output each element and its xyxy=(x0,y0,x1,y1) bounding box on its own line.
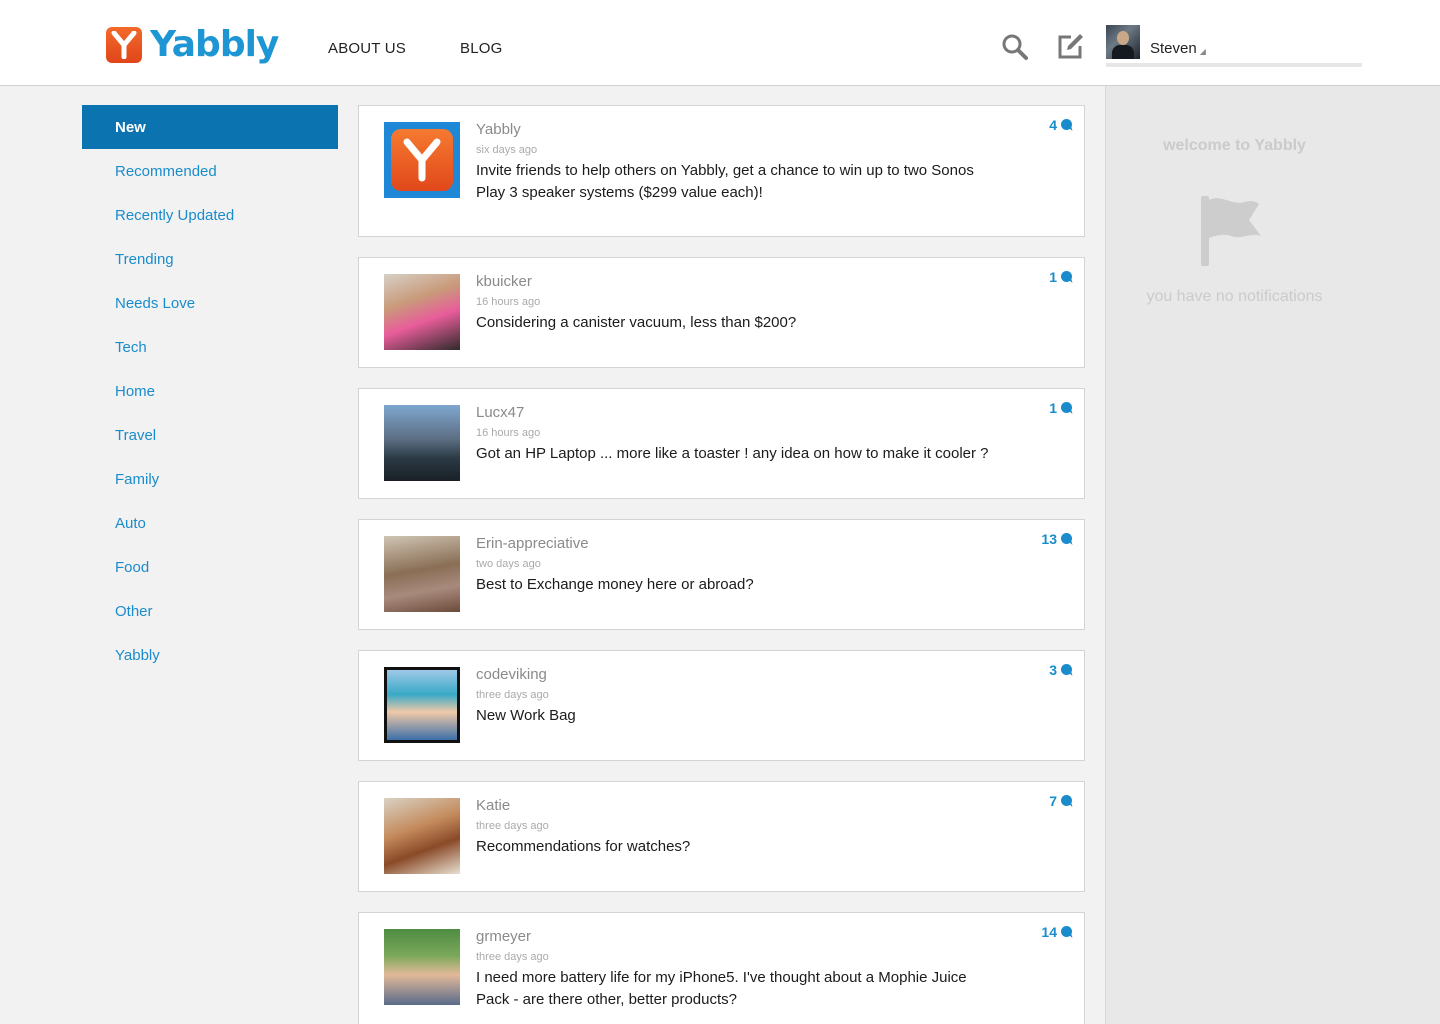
comment-bubble-icon xyxy=(1061,926,1073,938)
yabbly-logo-icon xyxy=(106,27,142,63)
comment-bubble-icon xyxy=(1061,402,1073,414)
top-header: Yabbly ABOUT US BLOG Steven ◢ xyxy=(0,0,1440,86)
post-title[interactable]: Recommendations for watches? xyxy=(476,836,996,858)
compose-icon xyxy=(1058,34,1083,59)
feed-card[interactable]: Erin-appreciative two days ago Best to E… xyxy=(358,519,1085,630)
notifications-welcome: welcome to Yabbly xyxy=(1163,137,1306,154)
comment-count[interactable]: 4 xyxy=(1049,117,1073,133)
comment-count[interactable]: 13 xyxy=(1041,531,1073,547)
yabbly-logo[interactable]: Yabbly xyxy=(106,24,279,65)
comment-count-number: 4 xyxy=(1049,117,1057,133)
user-menu[interactable]: Steven ◢ xyxy=(1106,25,1362,67)
post-title[interactable]: Invite friends to help others on Yabbly,… xyxy=(476,160,996,204)
comment-bubble-icon xyxy=(1061,795,1073,807)
user-name: Steven xyxy=(1150,40,1197,57)
post-author[interactable]: codeviking xyxy=(476,666,547,683)
comment-bubble-icon xyxy=(1061,271,1073,283)
post-title[interactable]: Best to Exchange money here or abroad? xyxy=(476,574,996,596)
sidebar-item-recommended[interactable]: Recommended xyxy=(82,149,338,193)
comment-count[interactable]: 3 xyxy=(1049,662,1073,678)
comment-count[interactable]: 1 xyxy=(1049,400,1073,416)
sidebar-item-home[interactable]: Home xyxy=(82,369,338,413)
notifications-panel: welcome to Yabbly you have no notificati… xyxy=(1105,86,1440,1024)
comment-count[interactable]: 1 xyxy=(1049,269,1073,285)
comment-bubble-icon xyxy=(1061,533,1073,545)
sidebar-item-yabbly[interactable]: Yabbly xyxy=(82,633,338,677)
question-feed: Yabbly six days ago Invite friends to he… xyxy=(358,105,1085,1024)
caret-down-icon: ◢ xyxy=(1199,47,1206,56)
post-author[interactable]: kbuicker xyxy=(476,273,532,290)
post-title[interactable]: I need more battery life for my iPhone5.… xyxy=(476,967,996,1011)
comment-bubble-icon xyxy=(1061,119,1073,131)
comment-count[interactable]: 7 xyxy=(1049,793,1073,809)
sidebar-item-trending[interactable]: Trending xyxy=(82,237,338,281)
post-time: six days ago xyxy=(476,144,538,156)
sidebar-item-family[interactable]: Family xyxy=(82,457,338,501)
author-avatar[interactable] xyxy=(384,536,460,612)
author-avatar[interactable] xyxy=(384,122,460,198)
post-time: three days ago xyxy=(476,951,549,963)
feed-card[interactable]: Yabbly six days ago Invite friends to he… xyxy=(358,105,1085,237)
feed-card[interactable]: grmeyer three days ago I need more batte… xyxy=(358,912,1085,1024)
notifications-empty-message: you have no notifications xyxy=(1146,288,1323,305)
post-title[interactable]: Considering a canister vacuum, less than… xyxy=(476,312,996,334)
post-author[interactable]: Yabbly xyxy=(476,121,521,138)
comment-count[interactable]: 14 xyxy=(1041,924,1073,940)
flag-icon xyxy=(1201,196,1261,266)
author-avatar[interactable] xyxy=(384,667,460,743)
post-author[interactable]: Katie xyxy=(476,797,510,814)
sidebar-item-travel[interactable]: Travel xyxy=(82,413,338,457)
sidebar-item-new[interactable]: New xyxy=(82,105,338,149)
post-author[interactable]: Lucx47 xyxy=(476,404,524,421)
feed-card[interactable]: codeviking three days ago New Work Bag 3 xyxy=(358,650,1085,761)
feed-card[interactable]: Katie three days ago Recommendations for… xyxy=(358,781,1085,892)
post-time: 16 hours ago xyxy=(476,296,541,308)
feed-card[interactable]: Lucx47 16 hours ago Got an HP Laptop ...… xyxy=(358,388,1085,499)
user-avatar xyxy=(1106,25,1140,59)
compose-button[interactable] xyxy=(1055,32,1085,62)
search-icon xyxy=(1002,34,1028,60)
post-time: two days ago xyxy=(476,558,541,570)
sidebar-item-auto[interactable]: Auto xyxy=(82,501,338,545)
author-avatar[interactable] xyxy=(384,405,460,481)
comment-count-number: 1 xyxy=(1049,400,1057,416)
sidebar-item-needs-love[interactable]: Needs Love xyxy=(82,281,338,325)
post-time: three days ago xyxy=(476,689,549,701)
logo-wordmark: Yabbly xyxy=(150,24,279,65)
nav-about-us[interactable]: ABOUT US xyxy=(328,40,406,57)
post-time: three days ago xyxy=(476,820,549,832)
comment-count-number: 7 xyxy=(1049,793,1057,809)
post-time: 16 hours ago xyxy=(476,427,541,439)
post-title[interactable]: New Work Bag xyxy=(476,705,996,727)
sidebar-item-tech[interactable]: Tech xyxy=(82,325,338,369)
author-avatar[interactable] xyxy=(384,274,460,350)
search-button[interactable] xyxy=(1000,32,1030,62)
sidebar-item-recently-updated[interactable]: Recently Updated xyxy=(82,193,338,237)
comment-count-number: 13 xyxy=(1041,531,1057,547)
author-avatar[interactable] xyxy=(384,798,460,874)
author-avatar[interactable] xyxy=(384,929,460,1005)
sidebar-item-other[interactable]: Other xyxy=(82,589,338,633)
category-sidebar: New Recommended Recently Updated Trendin… xyxy=(82,105,338,677)
comment-count-number: 1 xyxy=(1049,269,1057,285)
comment-count-number: 3 xyxy=(1049,662,1057,678)
nav-blog[interactable]: BLOG xyxy=(460,40,502,57)
comment-bubble-icon xyxy=(1061,664,1073,676)
comment-count-number: 14 xyxy=(1041,924,1057,940)
post-author[interactable]: Erin-appreciative xyxy=(476,535,589,552)
post-author[interactable]: grmeyer xyxy=(476,928,531,945)
sidebar-item-food[interactable]: Food xyxy=(82,545,338,589)
post-title[interactable]: Got an HP Laptop ... more like a toaster… xyxy=(476,443,996,465)
feed-card[interactable]: kbuicker 16 hours ago Considering a cani… xyxy=(358,257,1085,368)
